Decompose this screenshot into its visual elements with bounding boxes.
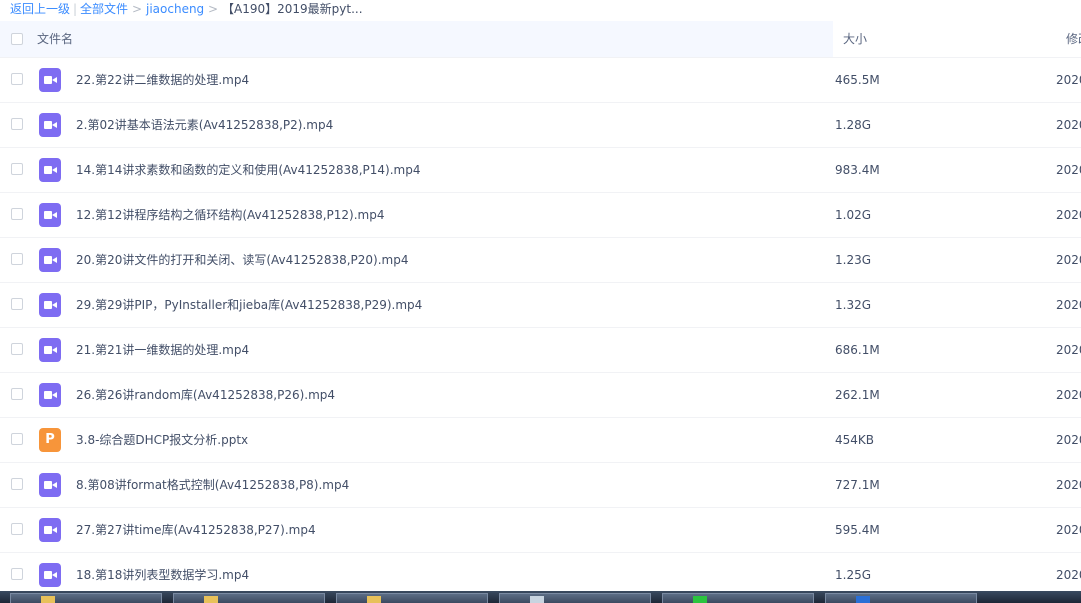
file-size: 262.1M [835, 388, 880, 402]
current-folder-title: 【A190】2019最新pyt... [222, 2, 363, 16]
row-checkbox[interactable] [11, 298, 23, 310]
folder-link-jiaocheng[interactable]: jiaocheng [146, 0, 204, 18]
file-modified-date: 2020 [1056, 73, 1081, 87]
file-row[interactable]: 8.第08讲format格式控制(Av41252838,P8).mp4 727.1… [0, 463, 1081, 508]
breadcrumb-separator: > [208, 2, 219, 16]
back-link[interactable]: 返回上一级 [10, 0, 70, 18]
file-row[interactable]: 29.第29讲PIP，PyInstaller和jieba库(Av41252838… [0, 283, 1081, 328]
file-size: 454KB [835, 433, 875, 447]
taskbar-button[interactable] [173, 593, 325, 603]
file-row[interactable]: 12.第12讲程序结构之循环结构(Av41252838,P12).mp4 1.02… [0, 193, 1081, 238]
row-checkbox[interactable] [11, 208, 23, 220]
chat-icon [693, 596, 707, 603]
file-row[interactable]: 27.第27讲time库(Av41252838,P27).mp4 595.4M 20… [0, 508, 1081, 553]
file-row[interactable]: 22.第22讲二维数据的处理.mp4 465.5M 2020 [0, 58, 1081, 103]
folder-icon [367, 596, 381, 603]
video-file-icon [39, 68, 61, 92]
file-size: 727.1M [835, 478, 880, 492]
row-checkbox[interactable] [11, 433, 23, 445]
row-checkbox[interactable] [11, 118, 23, 130]
file-row[interactable]: 20.第20讲文件的打开和关闭、读写(Av41252838,P20).mp4 1.… [0, 238, 1081, 283]
row-checkbox[interactable] [11, 523, 23, 535]
video-file-icon [39, 473, 61, 497]
breadcrumb-divider: | [73, 2, 78, 16]
column-size-label[interactable]: 大小 [843, 21, 867, 57]
file-row[interactable]: 21.第21讲一维数据的处理.mp4 686.1M 2020 [0, 328, 1081, 373]
file-row[interactable]: 14.第14讲求素数和函数的定义和使用(Av41252838,P14).mp4 9… [0, 148, 1081, 193]
video-file-icon [39, 293, 61, 317]
row-checkbox[interactable] [11, 73, 23, 85]
file-name[interactable]: 22.第22讲二维数据的处理.mp4 [76, 58, 249, 102]
all-files-link[interactable]: 全部文件 [80, 0, 128, 18]
taskbar [0, 591, 1081, 603]
video-file-icon [39, 518, 61, 542]
video-file-icon [39, 113, 61, 137]
file-name[interactable]: 26.第26讲random库(Av41252838,P26).mp4 [76, 373, 335, 417]
video-file-icon [39, 248, 61, 272]
file-modified-date: 2020 [1056, 478, 1081, 492]
file-modified-date: 2020 [1056, 298, 1081, 312]
file-modified-date: 2020 [1056, 253, 1081, 267]
video-file-icon [39, 338, 61, 362]
file-modified-date: 2020 [1056, 163, 1081, 177]
file-name[interactable]: 12.第12讲程序结构之循环结构(Av41252838,P12).mp4 [76, 193, 384, 237]
breadcrumb-separator: > [132, 2, 143, 16]
file-row[interactable]: 26.第26讲random库(Av41252838,P26).mp4 262.1M… [0, 373, 1081, 418]
file-modified-date: 2020 [1056, 388, 1081, 402]
column-name-label[interactable]: 文件名 [37, 21, 73, 57]
file-name[interactable]: 2.第02讲基本语法元素(Av41252838,P2).mp4 [76, 103, 333, 147]
file-size: 1.28G [835, 118, 872, 132]
file-name[interactable]: 27.第27讲time库(Av41252838,P27).mp4 [76, 508, 316, 552]
row-checkbox[interactable] [11, 163, 23, 175]
file-size: 983.4M [835, 163, 880, 177]
file-name[interactable]: 21.第21讲一维数据的处理.mp4 [76, 328, 249, 372]
file-modified-date: 2020 [1056, 118, 1081, 132]
taskbar-button[interactable] [499, 593, 651, 603]
folder-icon [204, 596, 218, 603]
file-modified-date: 2020 [1056, 433, 1081, 447]
file-modified-date: 2020 [1056, 523, 1081, 537]
row-checkbox[interactable] [11, 343, 23, 355]
browser-icon [856, 596, 870, 603]
file-modified-date: 2020 [1056, 343, 1081, 357]
row-checkbox[interactable] [11, 568, 23, 580]
ppt-icon-letter: P [45, 432, 55, 447]
row-checkbox[interactable] [11, 253, 23, 265]
file-manager: 返回上一级 | 全部文件 > jiaocheng > 【A190】2019最新p… [0, 0, 1081, 603]
file-name[interactable]: 14.第14讲求素数和函数的定义和使用(Av41252838,P14).mp4 [76, 148, 420, 192]
name-column-header[interactable] [0, 21, 833, 57]
file-row[interactable]: P 3.8-综合题DHCP报文分析.pptx 454KB 2020 [0, 418, 1081, 463]
file-row[interactable]: 2.第02讲基本语法元素(Av41252838,P2).mp4 1.28G 2020 [0, 103, 1081, 148]
file-size: 686.1M [835, 343, 880, 357]
video-file-icon [39, 203, 61, 227]
video-file-icon [39, 383, 61, 407]
taskbar-button[interactable] [825, 593, 977, 603]
file-name[interactable]: 29.第29讲PIP，PyInstaller和jieba库(Av41252838… [76, 283, 422, 327]
file-name[interactable]: 20.第20讲文件的打开和关闭、读写(Av41252838,P20).mp4 [76, 238, 408, 282]
file-modified-date: 2020 [1056, 208, 1081, 222]
file-name[interactable]: 8.第08讲format格式控制(Av41252838,P8).mp4 [76, 463, 349, 507]
breadcrumb: 返回上一级 | 全部文件 > jiaocheng > 【A190】2019最新p… [0, 0, 1081, 20]
folder-icon [41, 596, 55, 603]
file-name[interactable]: 3.8-综合题DHCP报文分析.pptx [76, 418, 248, 462]
file-size: 465.5M [835, 73, 880, 87]
row-checkbox[interactable] [11, 388, 23, 400]
video-file-icon [39, 158, 61, 182]
file-size: 595.4M [835, 523, 880, 537]
file-size: 1.23G [835, 253, 872, 267]
taskbar-button[interactable] [336, 593, 488, 603]
video-file-icon [39, 563, 61, 587]
app-icon [530, 596, 544, 603]
taskbar-button[interactable] [662, 593, 814, 603]
select-all-checkbox[interactable] [11, 33, 23, 45]
ppt-file-icon: P [39, 428, 61, 452]
list-header: 文件名 大小 修改 [0, 21, 1081, 58]
taskbar-button[interactable] [10, 593, 162, 603]
row-checkbox[interactable] [11, 478, 23, 490]
file-size: 1.32G [835, 298, 872, 312]
file-size: 1.02G [835, 208, 872, 222]
column-date-label[interactable]: 修改 [1066, 21, 1081, 57]
